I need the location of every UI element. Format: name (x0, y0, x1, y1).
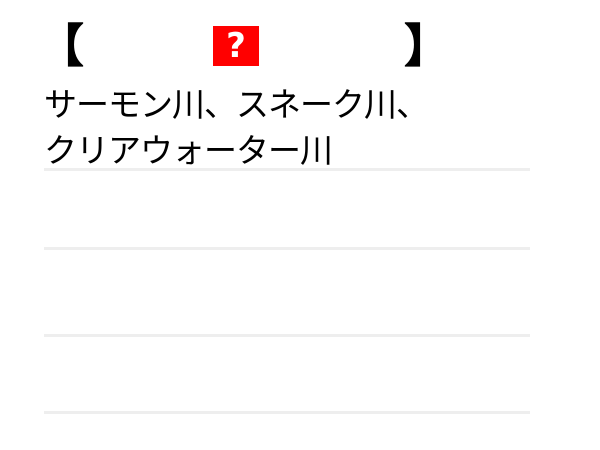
left-bracket: 【 (38, 19, 84, 73)
divider-line (44, 168, 530, 171)
question-mark-icon: ? (213, 26, 259, 66)
right-bracket: 】 (404, 19, 450, 73)
answer-text: サーモン川、スネーク川、 クリアウォーター川 (44, 85, 429, 170)
divider-line (44, 247, 530, 250)
divider-line (44, 411, 530, 414)
divider-line (44, 334, 530, 337)
question-header: 【 ? 】 (38, 18, 450, 78)
